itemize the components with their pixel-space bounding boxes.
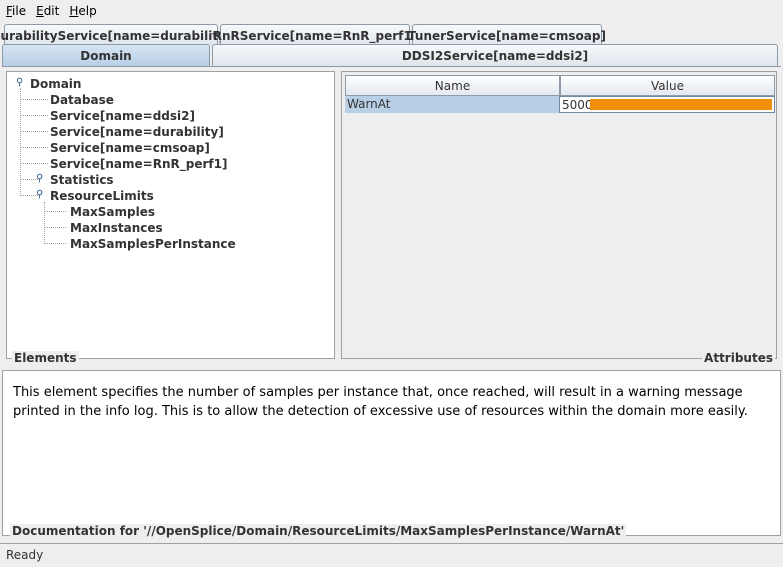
tab-tuner-service[interactable]: TunerService[name=cmsoap] xyxy=(408,24,606,46)
tree-connector xyxy=(20,99,48,100)
tree-connector xyxy=(44,211,66,212)
documentation-text: This element specifies the number of sam… xyxy=(13,385,748,419)
tree-node-max-samples[interactable]: MaxSamples xyxy=(70,204,155,220)
tree-connector xyxy=(44,243,66,244)
tree-connector xyxy=(20,163,48,164)
tree-expanded-icon[interactable]: ⚲ xyxy=(16,77,24,91)
tree-connector xyxy=(20,147,48,148)
tree-node-service-cmsoap[interactable]: Service[name=cmsoap] xyxy=(50,140,210,156)
tree-node-domain[interactable]: Domain xyxy=(30,76,81,92)
tree-connector xyxy=(20,131,48,132)
column-header-value[interactable]: Value xyxy=(560,75,775,96)
tree-node-service-ddsi2[interactable]: Service[name=ddsi2] xyxy=(50,108,195,124)
menu-bar: File Edit Help xyxy=(0,0,783,22)
menu-edit-mnemonic: E xyxy=(36,4,44,18)
tab-durability-service[interactable]: DurabilityService[name=durability] xyxy=(0,24,231,46)
attributes-table: Name Value WarnAt 5000 xyxy=(341,71,777,359)
menu-file-label: ile xyxy=(12,4,27,18)
attributes-label: Attributes xyxy=(702,351,775,365)
menu-file[interactable]: File xyxy=(6,4,26,18)
elements-panel: ⚲ Domain Database Service[name=ddsi2] Se… xyxy=(6,71,335,365)
attributes-panel: Name Value WarnAt 5000 Attributes xyxy=(341,71,777,365)
tab-content-panel: ⚲ Domain Database Service[name=ddsi2] Se… xyxy=(2,66,781,368)
tree-expanded-icon[interactable]: ⚲ xyxy=(36,189,44,203)
attribute-value-bar xyxy=(590,99,772,110)
tree-node-database[interactable]: Database xyxy=(50,92,114,108)
tree-connector xyxy=(20,115,48,116)
tree-connector xyxy=(44,227,66,228)
tab-row-1: DurabilityService[name=durability] RnRSe… xyxy=(0,24,783,46)
status-bar: Ready xyxy=(0,543,783,565)
menu-edit-label: dit xyxy=(43,4,60,18)
tab-rnr-service[interactable]: RnRService[name=RnR_perf1] xyxy=(213,24,417,46)
tree-node-max-instances[interactable]: MaxInstances xyxy=(70,220,163,236)
tree-connector-resource-limits xyxy=(44,202,45,244)
tree-collapsed-icon[interactable]: ⚲ xyxy=(36,173,44,187)
menu-help-label: elp xyxy=(78,4,97,18)
tab-row-2: Domain DDSI2Service[name=ddsi2] xyxy=(0,44,783,66)
documentation-box: This element specifies the number of sam… xyxy=(2,370,781,536)
tree-node-max-samples-per-instance[interactable]: MaxSamplesPerInstance xyxy=(70,236,236,252)
documentation-panel: This element specifies the number of sam… xyxy=(2,370,781,542)
attribute-value-cell[interactable]: 5000 xyxy=(559,96,775,113)
status-text: Ready xyxy=(6,547,44,562)
documentation-label: Documentation for '//OpenSplice/Domain/R… xyxy=(10,524,627,538)
tree-node-service-durability[interactable]: Service[name=durability] xyxy=(50,124,224,140)
attribute-value-text[interactable]: 5000 xyxy=(560,98,593,112)
tree-node-service-rnr[interactable]: Service[name=RnR_perf1] xyxy=(50,156,227,172)
menu-help[interactable]: Help xyxy=(69,4,96,18)
tab-ddsi2-service[interactable]: DDSI2Service[name=ddsi2] xyxy=(212,44,778,66)
tree-node-resource-limits[interactable]: ResourceLimits xyxy=(50,188,154,204)
column-header-name[interactable]: Name xyxy=(345,75,560,96)
elements-tree[interactable]: ⚲ Domain Database Service[name=ddsi2] Se… xyxy=(6,71,335,359)
elements-label: Elements xyxy=(12,351,79,365)
table-row[interactable]: WarnAt 5000 xyxy=(345,96,775,113)
attributes-table-header: Name Value xyxy=(345,75,775,96)
tab-domain[interactable]: Domain xyxy=(2,44,210,66)
tree-node-statistics[interactable]: Statistics xyxy=(50,172,114,188)
menu-edit[interactable]: Edit xyxy=(36,4,59,18)
attribute-name-cell[interactable]: WarnAt xyxy=(345,96,559,113)
